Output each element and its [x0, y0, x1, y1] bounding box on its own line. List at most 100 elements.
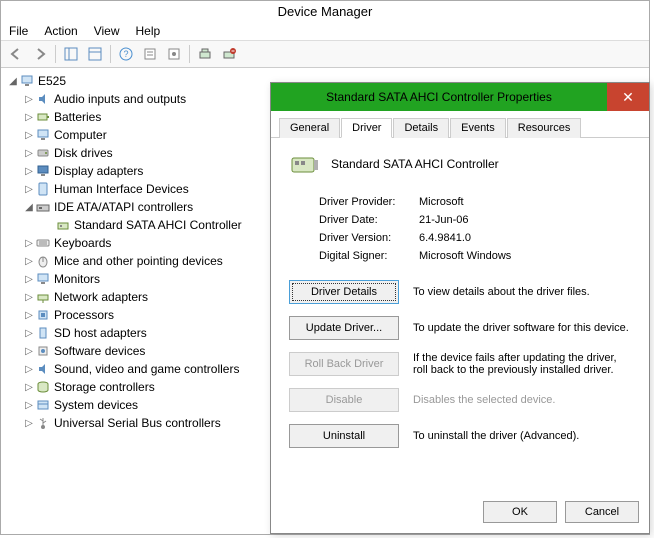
menu-file[interactable]: File — [9, 24, 28, 38]
category-icon — [35, 397, 51, 413]
tree-item-label: Audio inputs and outputs — [54, 92, 186, 106]
collapse-icon[interactable]: ◢ — [23, 202, 35, 213]
tab-events[interactable]: Events — [450, 118, 506, 138]
device-tree[interactable]: ◢ E525 ▷ Audio inputs and outputs ▷Batteri… — [1, 68, 281, 533]
tree-item-label: SD host adapters — [54, 326, 147, 340]
uninstall-desc: To uninstall the driver (Advanced). — [413, 430, 631, 442]
tree-item[interactable]: ▷Network adapters — [3, 288, 279, 306]
cancel-button[interactable]: Cancel — [565, 501, 639, 523]
device-icon — [55, 217, 71, 233]
expand-icon[interactable]: ▷ — [23, 346, 35, 357]
tree-item[interactable]: ▷Keyboards — [3, 234, 279, 252]
tree-item[interactable]: ▷Human Interface Devices — [3, 180, 279, 198]
tree-root[interactable]: ◢ E525 — [3, 72, 279, 90]
driver-panel: Standard SATA AHCI Controller Driver Pro… — [271, 138, 649, 470]
svg-text:?: ? — [123, 49, 128, 59]
dialog-titlebar[interactable]: Standard SATA AHCI Controller Properties… — [271, 83, 649, 111]
expand-icon[interactable]: ▷ — [23, 238, 35, 249]
expand-icon[interactable]: ▷ — [23, 166, 35, 177]
rollback-driver-desc: If the device fails after updating the d… — [413, 352, 631, 376]
close-icon[interactable]: ✕ — [607, 83, 649, 111]
toolbar: ? — [1, 41, 649, 68]
expand-icon[interactable]: ▷ — [23, 130, 35, 141]
expand-icon[interactable]: ▷ — [23, 148, 35, 159]
expand-icon[interactable]: ▷ — [23, 112, 35, 123]
expand-icon[interactable]: ▷ — [23, 292, 35, 303]
category-icon — [35, 307, 51, 323]
rollback-driver-button: Roll Back Driver — [289, 352, 399, 376]
proplist-icon[interactable] — [139, 43, 161, 65]
back-icon[interactable] — [5, 43, 27, 65]
category-icon — [35, 127, 51, 143]
tab-details[interactable]: Details — [393, 118, 449, 138]
driver-details-button[interactable]: Driver Details — [289, 280, 399, 304]
window-title: Device Manager — [1, 1, 649, 22]
expand-icon[interactable]: ▷ — [23, 256, 35, 267]
tab-driver[interactable]: Driver — [341, 118, 392, 138]
tree-item[interactable]: ▷ System devices — [3, 396, 279, 414]
category-icon — [35, 289, 51, 305]
expand-icon[interactable]: ▷ — [23, 310, 35, 321]
properties-icon[interactable] — [163, 43, 185, 65]
tree-item[interactable]: ▷Display adapters — [3, 162, 279, 180]
tree-item[interactable]: ▷ Audio inputs and outputs — [3, 90, 279, 108]
detail-icon[interactable] — [84, 43, 106, 65]
tree-item-label: IDE ATA/ATAPI controllers — [54, 200, 193, 214]
category-icon — [35, 361, 51, 377]
expand-icon[interactable]: ▷ — [23, 400, 35, 411]
provider-value: Microsoft — [419, 196, 464, 208]
tree-item-label: Storage controllers — [54, 380, 155, 394]
expand-icon[interactable]: ▷ — [23, 382, 35, 393]
tree-item[interactable]: ▷Software devices — [3, 342, 279, 360]
ok-button[interactable]: OK — [483, 501, 557, 523]
date-label: Driver Date: — [319, 214, 419, 226]
tree-item[interactable]: ▷ Processors — [3, 306, 279, 324]
category-icon — [35, 271, 51, 287]
help-icon[interactable]: ? — [115, 43, 137, 65]
expand-icon[interactable]: ▷ — [23, 184, 35, 195]
tree-item[interactable]: ▷Mice and other pointing devices — [3, 252, 279, 270]
expand-icon[interactable]: ▷ — [23, 418, 35, 429]
update-driver-desc: To update the driver software for this d… — [413, 322, 631, 334]
menu-view[interactable]: View — [94, 24, 120, 38]
update-driver-button[interactable]: Update Driver... — [289, 316, 399, 340]
menubar: File Action View Help — [1, 22, 649, 41]
menu-help[interactable]: Help — [136, 24, 161, 38]
expand-icon[interactable]: ▷ — [23, 274, 35, 285]
expand-icon[interactable]: ▷ — [23, 94, 35, 105]
tree-item[interactable]: ▷Computer — [3, 126, 279, 144]
category-icon — [35, 325, 51, 341]
provider-label: Driver Provider: — [319, 196, 419, 208]
tree-item[interactable]: ▷ SD host adapters — [3, 324, 279, 342]
tree-item[interactable]: ▷Sound, video and game controllers — [3, 360, 279, 378]
menu-action[interactable]: Action — [44, 24, 77, 38]
tree-item[interactable]: Standard SATA AHCI Controller — [3, 216, 279, 234]
properties-dialog: Standard SATA AHCI Controller Properties… — [270, 82, 650, 534]
tree-item-label: Monitors — [54, 272, 100, 286]
category-icon — [35, 145, 51, 161]
tree-item[interactable]: ▷ Storage controllers — [3, 378, 279, 396]
tree-item-label: System devices — [54, 398, 138, 412]
tree-item[interactable]: ▷Universal Serial Bus controllers — [3, 414, 279, 432]
disable-button: Disable — [289, 388, 399, 412]
dialog-title: Standard SATA AHCI Controller Properties — [271, 90, 607, 104]
tree-item[interactable]: ◢ IDE ATA/ATAPI controllers — [3, 198, 279, 216]
expand-icon[interactable]: ▷ — [23, 364, 35, 375]
date-value: 21-Jun-06 — [419, 214, 469, 226]
expand-icon[interactable]: ▷ — [23, 328, 35, 339]
driver-details-desc: To view details about the driver files. — [413, 286, 631, 298]
tab-general[interactable]: General — [279, 118, 340, 138]
tab-resources[interactable]: Resources — [507, 118, 582, 138]
uninstall-button[interactable]: Uninstall — [289, 424, 399, 448]
tree-item-label: Disk drives — [54, 146, 113, 160]
tree-item[interactable]: ▷ Monitors — [3, 270, 279, 288]
show-hide-icon[interactable] — [60, 43, 82, 65]
forward-icon[interactable] — [29, 43, 51, 65]
tree-item[interactable]: ▷ Disk drives — [3, 144, 279, 162]
uninstall-hardware-icon[interactable] — [218, 43, 240, 65]
collapse-icon[interactable]: ◢ — [7, 76, 19, 87]
scan-hardware-icon[interactable] — [194, 43, 216, 65]
tree-item-label: Processors — [54, 308, 114, 322]
tree-item[interactable]: ▷Batteries — [3, 108, 279, 126]
tab-strip: General Driver Details Events Resources — [271, 111, 649, 138]
